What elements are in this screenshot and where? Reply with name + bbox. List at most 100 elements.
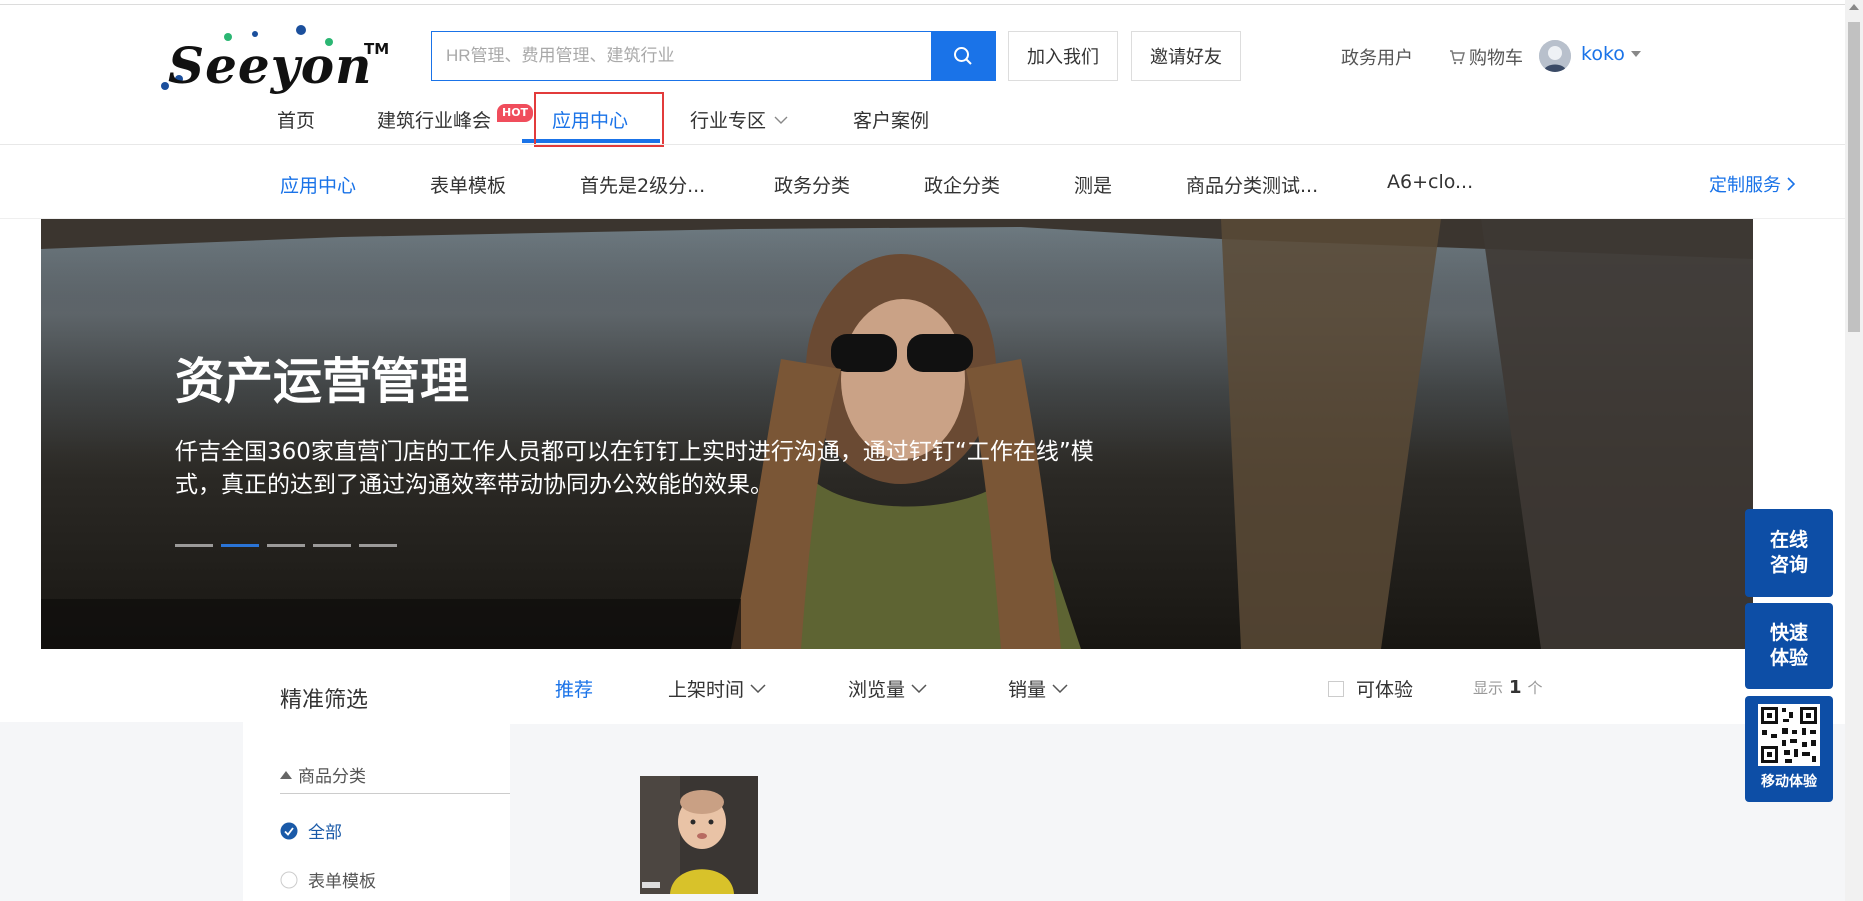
carousel-dot[interactable]: [313, 544, 351, 547]
radio-empty-icon: [280, 871, 298, 888]
search-button[interactable]: [931, 32, 995, 80]
quick-trial-button[interactable]: 快速 体验: [1745, 603, 1833, 689]
logo-tm: TM: [364, 40, 390, 58]
trial-checkbox[interactable]: [1328, 680, 1344, 697]
triangle-up-icon: [280, 770, 292, 779]
trial-line2: 体验: [1769, 647, 1808, 669]
carousel-dot[interactable]: [175, 544, 213, 547]
nav-industry-label: 行业专区: [690, 110, 767, 132]
filter-panel: 精准筛选 商品分类 全部 表单模板: [243, 650, 510, 901]
cart-link[interactable]: 购物车: [1449, 44, 1523, 70]
subnav-label: 政务分类: [774, 175, 851, 197]
subnav-product-test[interactable]: 商品分类测试...: [1186, 171, 1318, 198]
display-unit: 个: [1527, 679, 1543, 697]
nav-home-label: 首页: [277, 110, 316, 132]
sort-label: 上架时间: [668, 679, 745, 701]
category-divider: [280, 793, 510, 794]
sort-label: 推荐: [555, 679, 594, 701]
product-image: [640, 776, 758, 894]
seeyon-logo[interactable]: Seeyon TM: [158, 22, 390, 95]
invite-friends-label: 邀请好友: [1150, 47, 1222, 68]
filter-option-label: 表单模板: [308, 872, 376, 892]
display-count: 1: [1509, 677, 1522, 698]
subnav-label: 商品分类测试...: [1186, 175, 1319, 197]
subnav-label: 测是: [1074, 175, 1113, 197]
trial-filter[interactable]: 可体验: [1328, 675, 1413, 702]
carousel-dot[interactable]: [359, 544, 397, 547]
search-icon: [954, 47, 972, 65]
sort-listing-time[interactable]: 上架时间: [668, 675, 766, 702]
subnav-gov-enterprise[interactable]: 政企分类: [924, 171, 1000, 198]
username-label: koko: [1581, 43, 1625, 65]
sort-recommend[interactable]: 推荐: [555, 675, 593, 702]
subnav-label: 应用中心: [280, 175, 357, 197]
chevron-down-icon: [774, 116, 788, 124]
carousel-dot[interactable]: [267, 544, 305, 547]
trial-line1: 快速: [1769, 622, 1808, 644]
nav-summit-label: 建筑行业峰会: [377, 110, 492, 132]
chevron-down-icon: [1052, 684, 1068, 693]
filter-option-label: 全部: [308, 823, 342, 843]
category-label: 商品分类: [298, 767, 366, 787]
nav-cases[interactable]: 客户案例: [853, 106, 929, 133]
join-us-label: 加入我们: [1027, 47, 1099, 68]
filter-option-all[interactable]: 全部: [280, 818, 342, 843]
user-menu[interactable]: koko: [1581, 43, 1641, 65]
hot-badge: HOT: [497, 104, 534, 122]
consult-line1: 在线: [1769, 529, 1808, 551]
sort-label: 销量: [1008, 679, 1047, 701]
join-us-button[interactable]: 加入我们: [1008, 31, 1118, 81]
logo-wordmark: Seeyon: [168, 36, 373, 95]
scroll-up-arrow[interactable]: [1849, 4, 1859, 10]
category-toggle[interactable]: 商品分类: [280, 762, 366, 787]
chevron-down-icon: [750, 684, 766, 693]
mobile-trial-button[interactable]: 移动体验: [1745, 696, 1833, 802]
nav-industry[interactable]: 行业专区: [690, 106, 788, 133]
hero-banner[interactable]: 资产运营管理 仟吉全国360家直营门店的工作人员都可以在钉钉上实时进行沟通，通过…: [41, 219, 1753, 649]
subnav-label: 表单模板: [430, 175, 507, 197]
sort-label: 浏览量: [848, 679, 906, 701]
display-label: 显示: [1473, 679, 1504, 697]
subnav-label: 政企分类: [924, 175, 1001, 197]
sort-bar: 推荐 上架时间 浏览量 销量 可体验 显示 1 个: [510, 650, 1845, 724]
search-input[interactable]: [432, 32, 931, 80]
check-circle-icon: [280, 822, 298, 839]
sort-sales[interactable]: 销量: [1008, 675, 1068, 702]
subnav-test[interactable]: 测是: [1074, 171, 1112, 198]
nav-cases-label: 客户案例: [853, 110, 930, 132]
filter-title: 精准筛选: [280, 688, 369, 713]
nav-home[interactable]: 首页: [277, 106, 315, 133]
subnav-level2[interactable]: 首先是2级分...: [580, 171, 705, 198]
chevron-right-icon: [1787, 177, 1795, 191]
result-count: 显示 1 个: [1473, 677, 1543, 698]
invite-friends-button[interactable]: 邀请好友: [1131, 31, 1241, 81]
carousel-dots: [175, 544, 397, 547]
search-box: [431, 31, 996, 81]
carousel-dot-active[interactable]: [221, 544, 259, 547]
sort-views[interactable]: 浏览量: [848, 675, 927, 702]
top-border: [0, 4, 1845, 5]
avatar[interactable]: [1539, 40, 1571, 72]
nav-divider: [0, 144, 1845, 145]
custom-service-link[interactable]: 定制服务: [1709, 171, 1795, 197]
subnav-label: 首先是2级分...: [580, 175, 706, 197]
cart-label: 购物车: [1469, 48, 1523, 69]
subnav-a6-cloud[interactable]: A6+clo...: [1387, 171, 1473, 193]
scrollbar-thumb[interactable]: [1848, 22, 1860, 332]
gov-user-link[interactable]: 政务用户: [1341, 44, 1413, 70]
cart-icon: [1450, 50, 1465, 65]
gov-user-label: 政务用户: [1341, 48, 1413, 69]
subnav-form-template[interactable]: 表单模板: [430, 171, 506, 198]
banner-description: 仟吉全国360家直营门店的工作人员都可以在钉钉上实时进行沟通，通过钉钉“工作在线…: [175, 439, 1094, 498]
online-consult-button[interactable]: 在线 咨询: [1745, 509, 1833, 597]
subnav-gov[interactable]: 政务分类: [774, 171, 850, 198]
banner-title: 资产运营管理: [175, 355, 470, 409]
custom-service-label: 定制服务: [1709, 175, 1781, 196]
avatar-image: [1539, 40, 1571, 72]
subnav-app-center[interactable]: 应用中心: [280, 171, 356, 198]
nav-summit[interactable]: 建筑行业峰会: [377, 106, 491, 133]
mobile-trial-label: 移动体验: [1761, 774, 1817, 790]
qr-code-icon: [1758, 704, 1820, 766]
product-thumbnail[interactable]: [640, 776, 758, 894]
filter-option-form-template[interactable]: 表单模板: [280, 867, 376, 892]
